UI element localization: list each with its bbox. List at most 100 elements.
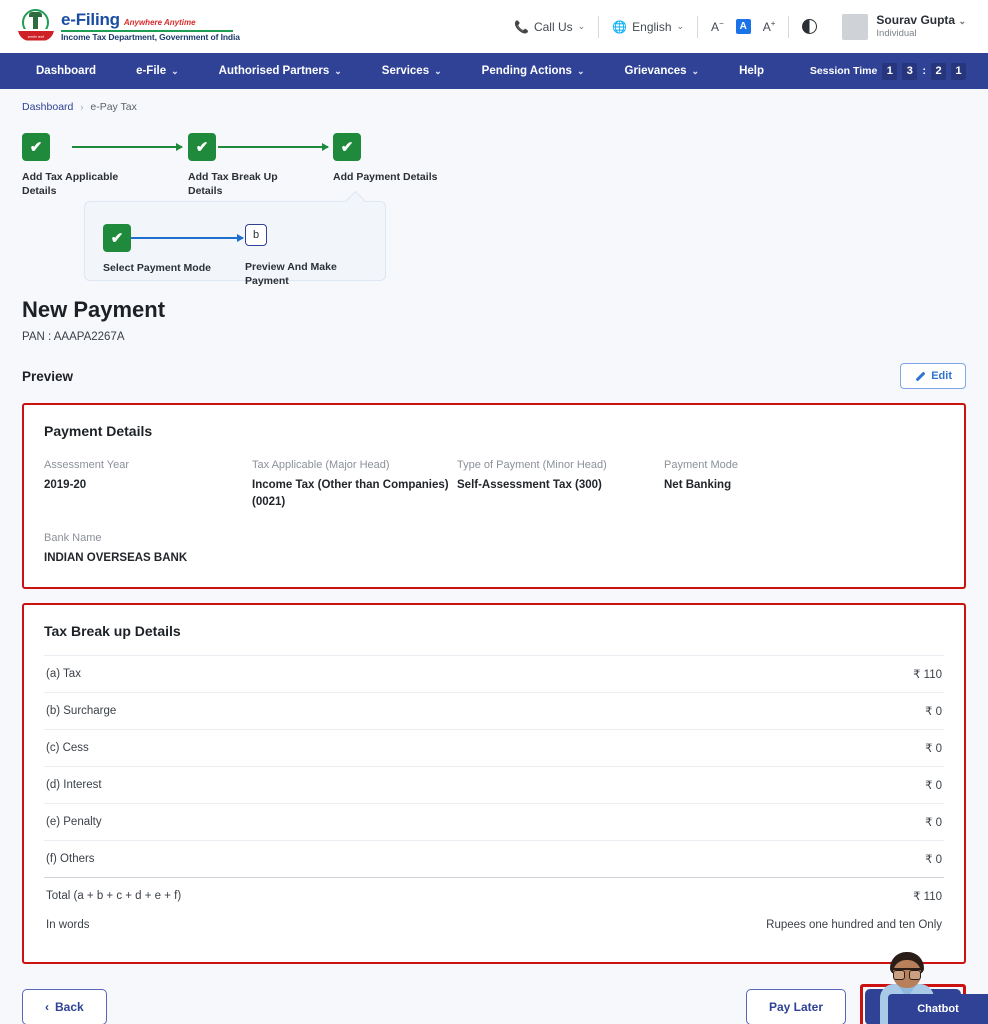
row-amount: ₹ 0 bbox=[925, 706, 942, 719]
session-timer: Session Time 1 3 : 2 1 bbox=[809, 62, 988, 80]
chevron-down-icon: ⌄ bbox=[171, 65, 179, 76]
font-normal-button[interactable]: A bbox=[735, 19, 751, 34]
payment-details-title: Payment Details bbox=[44, 423, 153, 439]
field-payment-mode: Payment Mode Net Banking bbox=[664, 459, 864, 510]
chevron-left-icon: ‹ bbox=[45, 1000, 49, 1015]
table-row: (b) Surcharge ₹ 0 bbox=[44, 692, 944, 729]
breadcrumb-dashboard[interactable]: Dashboard bbox=[22, 101, 73, 113]
pay-later-button[interactable]: Pay Later bbox=[745, 989, 846, 1024]
globe-icon: 🌐 bbox=[612, 19, 628, 34]
session-timer-label: Session Time bbox=[809, 65, 878, 77]
back-button[interactable]: ‹ Back bbox=[22, 989, 107, 1024]
check-icon: ✔ bbox=[103, 224, 131, 252]
field-label: Payment Mode bbox=[664, 459, 738, 471]
language-menu[interactable]: 🌐 English ⌄ bbox=[599, 20, 697, 34]
table-row: (e) Penalty ₹ 0 bbox=[44, 803, 944, 840]
chevron-down-icon: ⌄ bbox=[577, 21, 586, 31]
brand-logo[interactable]: सत्यमेव जयते e-Filing Anywhere Anytime I… bbox=[18, 8, 240, 45]
tax-breakup-title: Tax Break up Details bbox=[44, 623, 181, 640]
nav-item-services[interactable]: Services ⌄ bbox=[362, 53, 462, 89]
table-row: (c) Cess ₹ 0 bbox=[44, 729, 944, 766]
nav-item-dashboard[interactable]: Dashboard bbox=[16, 53, 116, 89]
chevron-down-icon: ⌄ bbox=[334, 65, 342, 76]
nav-item-grievances[interactable]: Grievances ⌄ bbox=[605, 53, 720, 89]
user-name: Sourav Gupta ⌄ bbox=[876, 13, 966, 28]
tax-breakup-table: (a) Tax ₹ 110 (b) Surcharge ₹ 0 (c) Cess… bbox=[44, 655, 944, 942]
stepper-label: Add Tax Applicable Details bbox=[22, 171, 119, 198]
breadcrumb-current: e-Pay Tax bbox=[90, 101, 137, 113]
chevron-down-icon: ⌄ bbox=[434, 65, 442, 76]
panel-notch bbox=[344, 190, 367, 213]
check-icon: ✔ bbox=[22, 133, 50, 161]
table-row: (d) Interest ₹ 0 bbox=[44, 766, 944, 803]
page-content: Dashboard › e-Pay Tax ✔ Add Tax Applicab… bbox=[0, 89, 988, 965]
substep-panel: ✔ Select Payment Mode b Preview And Make… bbox=[84, 190, 386, 287]
preview-section-title: Preview bbox=[22, 368, 74, 384]
session-colon: : bbox=[922, 65, 926, 77]
font-increase-button[interactable]: A+ bbox=[763, 19, 776, 34]
tax-breakup-card: Tax Break up Details (a) Tax ₹ 110 (b) S… bbox=[22, 603, 966, 965]
substep-select-payment-mode[interactable]: ✔ Select Payment Mode bbox=[103, 224, 213, 275]
field-value: Self-Assessment Tax (300) bbox=[457, 479, 602, 491]
call-us-menu[interactable]: 📞 Call Us ⌄ bbox=[501, 20, 598, 34]
app-header: सत्यमेव जयते e-Filing Anywhere Anytime I… bbox=[0, 0, 988, 53]
row-label: (a) Tax bbox=[46, 668, 81, 681]
nav-item-efile[interactable]: e-File ⌄ bbox=[116, 53, 199, 89]
field-tax-applicable: Tax Applicable (Major Head) Income Tax (… bbox=[252, 459, 457, 510]
footer-actions: ‹ Back Pay Later Pay Now bbox=[0, 984, 988, 1024]
brand-name: e-Filing bbox=[61, 10, 120, 30]
stepper-step-add-tax-applicable-details[interactable]: ✔ Add Tax Applicable Details bbox=[22, 133, 142, 198]
edit-button[interactable]: Edit bbox=[900, 363, 966, 389]
current-step-icon: b bbox=[245, 224, 267, 246]
substep-preview-and-make-payment[interactable]: b Preview And Make Payment bbox=[245, 224, 360, 288]
chevron-down-icon: ⌄ bbox=[691, 65, 700, 76]
font-size-controls: A− A A+ bbox=[698, 19, 788, 34]
nav-label: Grievances bbox=[624, 65, 687, 77]
nav-label: e-File bbox=[136, 65, 167, 77]
chevron-down-icon: ⌄ bbox=[576, 65, 585, 76]
brand-subtitle: Income Tax Department, Government of Ind… bbox=[61, 31, 240, 42]
chevron-down-icon: ⌄ bbox=[958, 16, 966, 27]
pencil-icon bbox=[914, 371, 925, 382]
row-amount: ₹ 0 bbox=[925, 743, 942, 756]
nav-item-pending-actions[interactable]: Pending Actions ⌄ bbox=[462, 53, 605, 89]
nav-label: Help bbox=[739, 65, 764, 77]
table-row-in-words: In words Rupees one hundred and ten Only bbox=[44, 914, 944, 942]
table-row: (a) Tax ₹ 110 bbox=[44, 655, 944, 692]
row-label: (c) Cess bbox=[46, 742, 89, 755]
session-digit: 1 bbox=[882, 62, 898, 80]
contrast-toggle[interactable] bbox=[789, 19, 830, 34]
back-button-label: Back bbox=[55, 1000, 84, 1015]
chatbot-widget[interactable]: Chatbot bbox=[870, 940, 988, 1024]
in-words-label: In words bbox=[46, 919, 90, 932]
stepper-step-add-payment-details[interactable]: ✔ Add Payment Details bbox=[333, 133, 453, 184]
chatbot-label[interactable]: Chatbot bbox=[888, 994, 988, 1024]
nav-label: Dashboard bbox=[36, 65, 97, 77]
font-decrease-button[interactable]: A− bbox=[711, 19, 724, 34]
table-row: (f) Others ₹ 0 bbox=[44, 840, 944, 877]
user-menu[interactable]: Sourav Gupta ⌄ Individual bbox=[830, 13, 970, 40]
payment-details-grid-row2: Bank Name INDIAN OVERSEAS BANK bbox=[44, 532, 944, 567]
nav-item-help[interactable]: Help bbox=[719, 53, 784, 89]
stepper-label: Add Tax Break Up Details bbox=[188, 171, 278, 198]
in-words-value: Rupees one hundred and ten Only bbox=[766, 919, 942, 932]
field-type-of-payment: Type of Payment (Minor Head) Self-Assess… bbox=[457, 459, 664, 510]
main-navigation: Dashboard e-File ⌄ Authorised Partners ⌄… bbox=[0, 53, 988, 89]
table-row-total: Total (a + b + c + d + e + f) ₹ 110 bbox=[44, 877, 944, 914]
session-digit: 2 bbox=[931, 62, 946, 80]
payment-details-grid: Assessment Year 2019-20 Tax Applicable (… bbox=[44, 459, 944, 510]
substep-label: Preview And Make Payment bbox=[245, 261, 337, 288]
edit-button-label: Edit bbox=[931, 370, 952, 382]
phone-icon: 📞 bbox=[514, 19, 529, 34]
substep-label: Select Payment Mode bbox=[103, 262, 211, 274]
row-label: (d) Interest bbox=[46, 779, 102, 792]
chevron-down-icon: ⌄ bbox=[676, 21, 685, 31]
stepper-step-add-tax-break-up-details[interactable]: ✔ Add Tax Break Up Details bbox=[188, 133, 308, 198]
language-label: English bbox=[632, 19, 672, 34]
pan-number: PAN : AAAPA2267A bbox=[22, 331, 125, 343]
breadcrumb: Dashboard › e-Pay Tax bbox=[22, 89, 966, 113]
preview-header-row: Preview Edit bbox=[22, 363, 966, 389]
nav-item-authorised-partners[interactable]: Authorised Partners ⌄ bbox=[199, 53, 362, 89]
nav-label: Authorised Partners bbox=[218, 65, 330, 77]
total-amount: ₹ 110 bbox=[913, 891, 942, 904]
